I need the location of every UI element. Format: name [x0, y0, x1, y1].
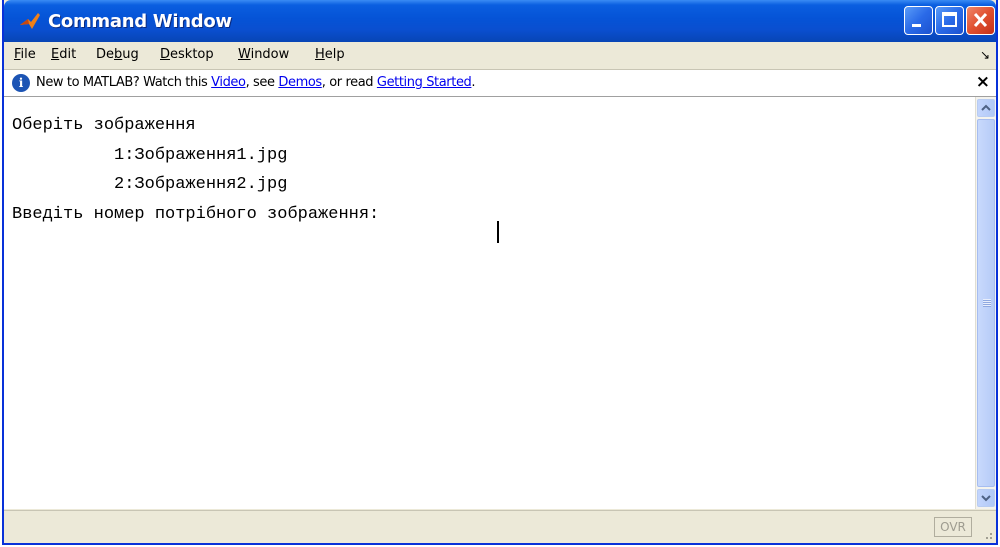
close-icon	[973, 12, 988, 28]
menu-debug[interactable]: Debug	[96, 47, 139, 62]
status-bar: OVR	[4, 510, 996, 543]
console-line: 2:Зображення2.jpg	[12, 175, 288, 194]
matlab-logo-icon	[20, 13, 40, 29]
chevron-down-icon	[981, 495, 991, 502]
console-line: Оберіть зображення	[12, 116, 196, 135]
menu-help[interactable]: Help	[315, 47, 345, 62]
grip-icon	[983, 299, 991, 307]
demos-link[interactable]: Demos	[278, 75, 322, 90]
vertical-scrollbar[interactable]	[975, 97, 996, 509]
info-icon: i	[12, 74, 30, 92]
undock-icon[interactable]: ↘	[980, 48, 990, 62]
close-button[interactable]	[966, 6, 995, 35]
menu-window[interactable]: Window	[238, 47, 289, 62]
menu-bar: File Edit Debug Desktop Window Help ↘	[4, 42, 996, 70]
info-message: New to MATLAB? Watch this Video, see Dem…	[36, 75, 476, 90]
menu-edit[interactable]: Edit	[51, 47, 76, 62]
scroll-up-button[interactable]	[977, 99, 995, 117]
title-bar[interactable]: Command Window	[4, 0, 996, 42]
scroll-thumb[interactable]	[977, 119, 995, 487]
command-window: Command Window File Edit Debug Desktop W…	[2, 0, 998, 545]
info-bar: i New to MATLAB? Watch this Video, see D…	[4, 70, 996, 97]
scroll-down-button[interactable]	[977, 489, 995, 507]
window-title: Command Window	[48, 11, 232, 32]
minimize-button[interactable]	[904, 6, 933, 35]
text-cursor	[497, 221, 499, 243]
maximize-button[interactable]	[935, 6, 964, 35]
ovr-indicator: OVR	[934, 517, 972, 537]
menu-desktop[interactable]: Desktop	[160, 47, 214, 62]
console-prompt-line: Введіть номер потрібного зображення:	[12, 204, 400, 224]
close-infobar-icon[interactable]: ×	[976, 72, 990, 92]
console-text: Оберіть зображення 1:Зображення1.jpg 2:З…	[12, 111, 400, 229]
chevron-up-icon	[981, 104, 991, 111]
resize-grip-icon[interactable]	[981, 528, 993, 540]
menu-file[interactable]: File	[14, 47, 36, 62]
console-line: 1:Зображення1.jpg	[12, 145, 288, 165]
maximize-icon	[942, 12, 957, 27]
video-link[interactable]: Video	[211, 75, 246, 90]
minimize-icon	[912, 24, 921, 27]
getting-started-link[interactable]: Getting Started	[377, 75, 472, 90]
console-output[interactable]: Оберіть зображення 1:Зображення1.jpg 2:З…	[4, 96, 996, 509]
